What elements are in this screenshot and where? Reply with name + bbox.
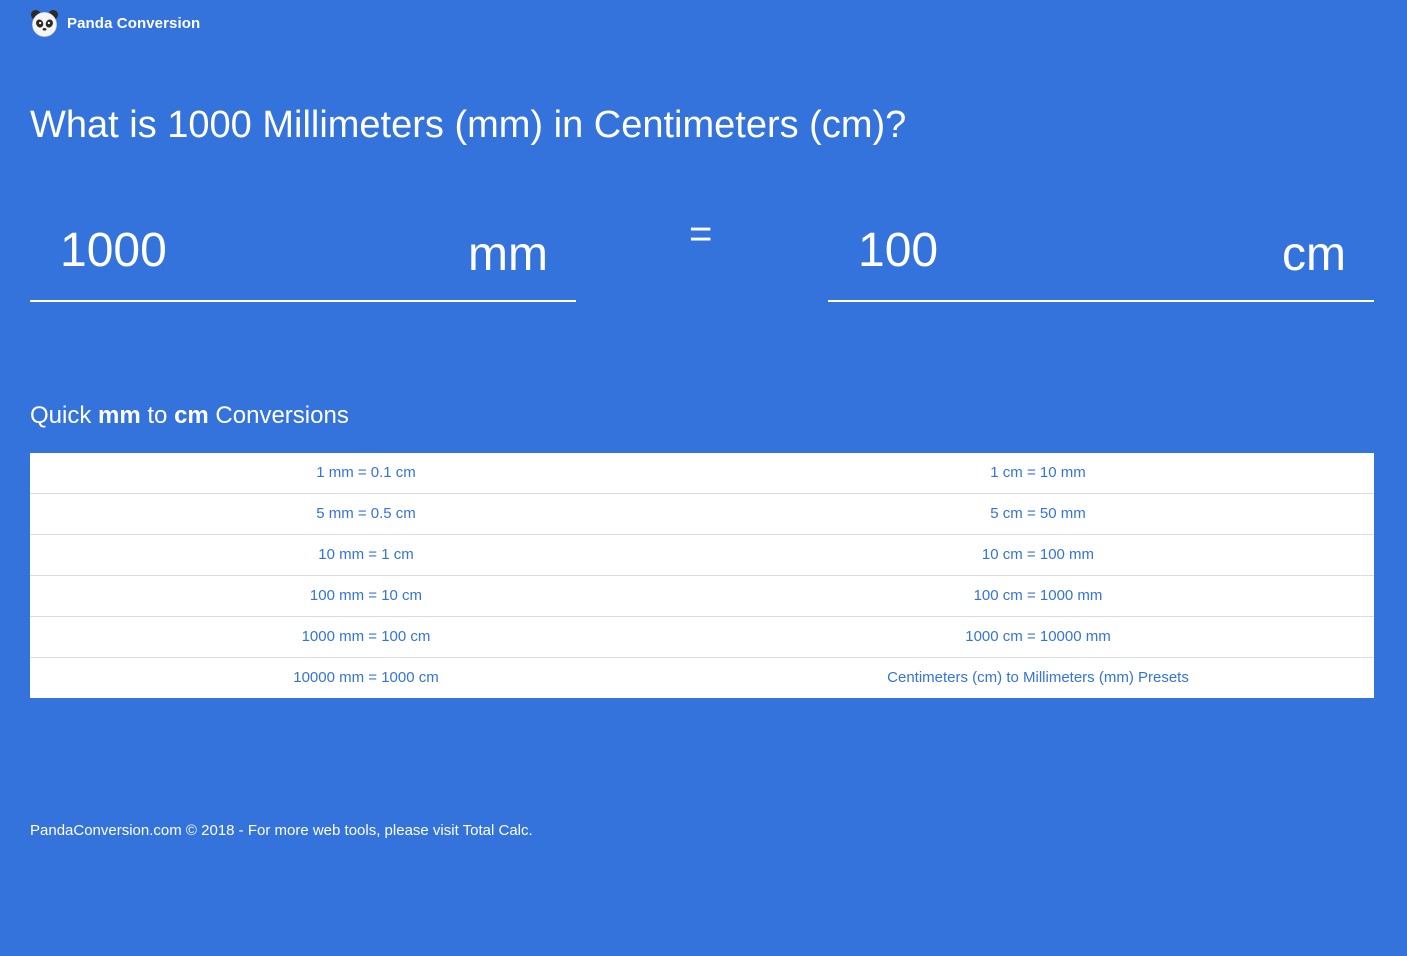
table-row: 10 mm = 1 cm 10 cm = 100 mm [30, 533, 1374, 575]
table-cell: 1 mm = 0.1 cm [30, 453, 702, 493]
conversion-link[interactable]: 1000 mm = 100 cm [302, 628, 431, 645]
from-field: mm [30, 218, 576, 302]
equals-sign: = [689, 212, 713, 256]
table-row: 5 mm = 0.5 cm 5 cm = 50 mm [30, 492, 1374, 534]
table-cell: 5 mm = 0.5 cm [30, 492, 702, 534]
quick-suffix: Conversions [208, 402, 349, 429]
table-row: 100 mm = 10 cm 100 cm = 1000 mm [30, 574, 1374, 616]
conversion-link[interactable]: 10 cm = 100 mm [982, 546, 1094, 563]
table-cell: 100 cm = 1000 mm [702, 574, 1374, 616]
quick-to-unit: cm [174, 402, 209, 429]
from-value-input[interactable] [60, 218, 420, 284]
table-row: 1000 mm = 100 cm 1000 cm = 10000 mm [30, 615, 1374, 657]
quick-middle: to [140, 402, 175, 429]
table-cell: 100 mm = 10 cm [30, 574, 702, 616]
footer: PandaConversion.com © 2018 - For more we… [30, 821, 533, 841]
presets-link[interactable]: Centimeters (cm) to Millimeters (mm) Pre… [887, 669, 1189, 686]
footer-end: . [528, 822, 533, 839]
brand-link[interactable]: Panda Conversion [30, 9, 200, 38]
conversion-link[interactable]: 1 mm = 0.1 cm [316, 464, 416, 481]
table-cell: 10 mm = 1 cm [30, 533, 702, 575]
table-cell: 10000 mm = 1000 cm [30, 656, 702, 698]
conversion-link[interactable]: 5 mm = 0.5 cm [316, 505, 416, 522]
table-row: 1 mm = 0.1 cm 1 cm = 10 mm [30, 453, 1374, 493]
conversion-link[interactable]: 100 mm = 10 cm [310, 587, 422, 604]
quick-prefix: Quick [30, 402, 99, 429]
to-value-input[interactable] [858, 218, 1218, 284]
table-cell: 5 cm = 50 mm [702, 492, 1374, 534]
table-cell: 1 cm = 10 mm [702, 453, 1374, 493]
page-title: What is 1000 Millimeters (mm) in Centime… [30, 104, 907, 146]
from-unit-select[interactable]: mm [468, 222, 548, 288]
table-cell: 1000 mm = 100 cm [30, 615, 702, 657]
footer-text: PandaConversion.com © 2018 - For more we… [30, 822, 463, 839]
conversion-link[interactable]: 10000 mm = 1000 cm [293, 669, 439, 686]
brand-name: Panda Conversion [67, 15, 201, 32]
conversion-link[interactable]: 10 mm = 1 cm [318, 546, 413, 563]
table-cell: 1000 cm = 10000 mm [702, 615, 1374, 657]
quick-from-unit: mm [98, 402, 141, 429]
table-cell: 10 cm = 100 mm [702, 533, 1374, 575]
quick-conversions-table: 1 mm = 0.1 cm 1 cm = 10 mm 5 mm = 0.5 cm… [30, 453, 1374, 698]
page: Panda Conversion What is 1000 Millimeter… [0, 0, 1407, 956]
table-cell: Centimeters (cm) to Millimeters (mm) Pre… [702, 656, 1374, 698]
conversion-link[interactable]: 1 cm = 10 mm [990, 464, 1085, 481]
to-field: cm [828, 218, 1374, 302]
conversion-link[interactable]: 5 cm = 50 mm [990, 505, 1085, 522]
panda-icon [30, 9, 59, 37]
to-unit-select[interactable]: cm [1282, 222, 1346, 288]
total-calc-link[interactable]: Total Calc [463, 822, 529, 839]
quick-conversions-heading: Quick mm to cm Conversions [30, 401, 349, 431]
table-row: 10000 mm = 1000 cm Centimeters (cm) to M… [30, 656, 1374, 698]
conversion-link[interactable]: 1000 cm = 10000 mm [965, 628, 1111, 645]
conversion-link[interactable]: 100 cm = 1000 mm [974, 587, 1103, 604]
